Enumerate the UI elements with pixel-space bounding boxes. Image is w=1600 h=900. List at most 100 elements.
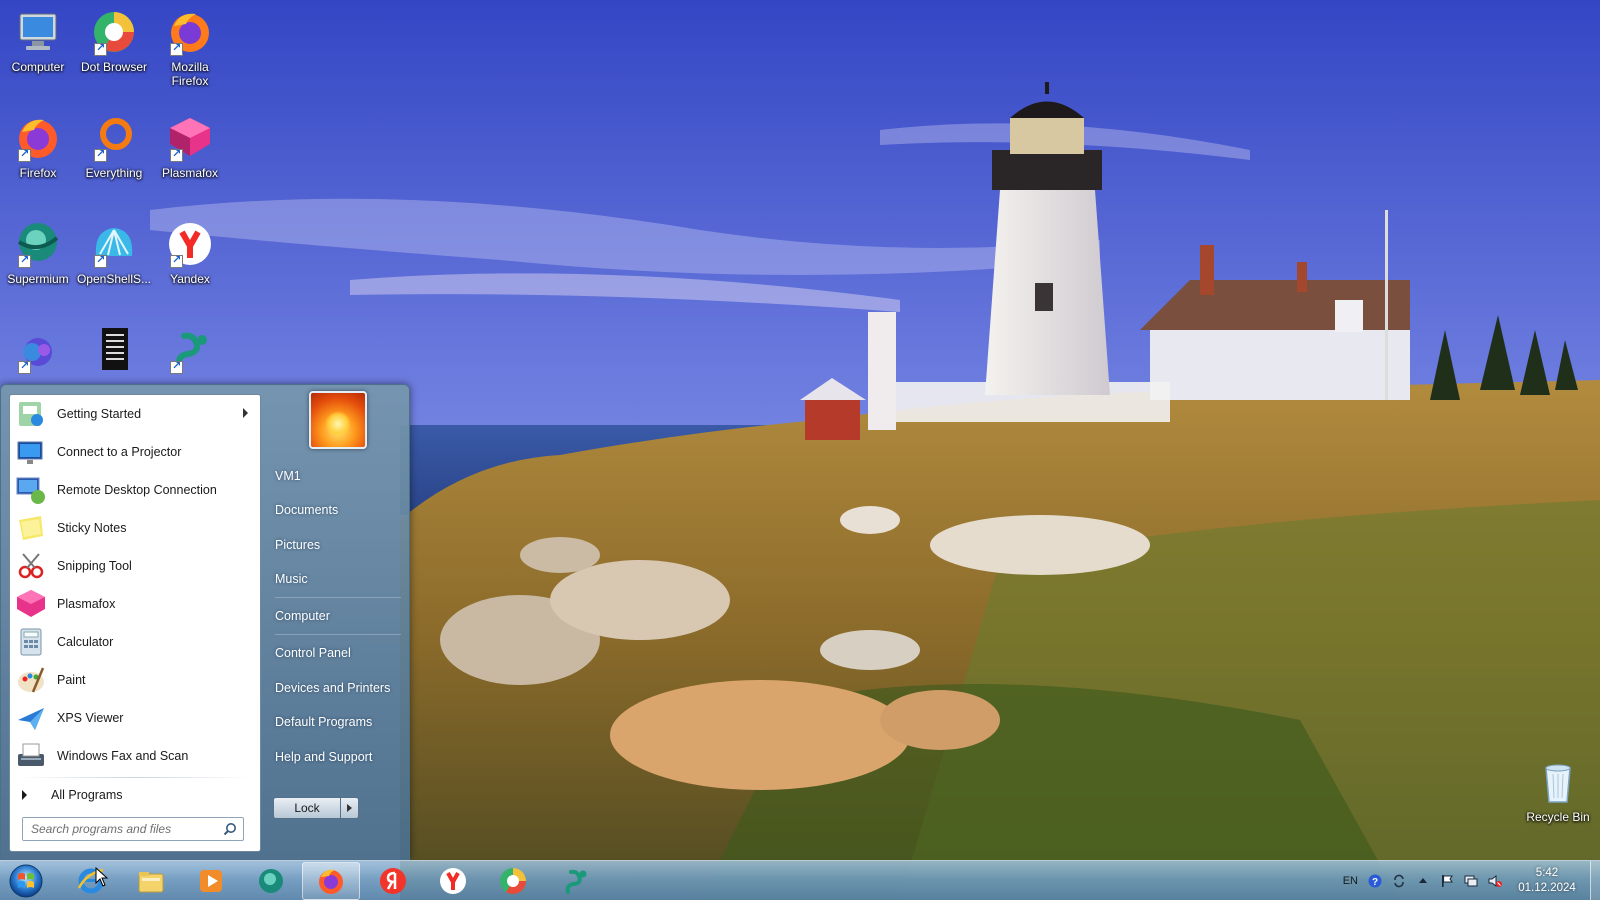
taskbar-dot-browser[interactable] — [484, 862, 542, 900]
program-plasmafox[interactable]: Plasmafox — [10, 585, 260, 623]
link-computer[interactable]: Computer — [275, 605, 330, 627]
desktop-icon-label: Mozilla Firefox — [171, 60, 209, 88]
desktop-icon-computer[interactable]: Computer — [0, 8, 76, 74]
desktop-icon-serpent[interactable] — [152, 326, 228, 378]
desktop-icon-label: Firefox — [19, 166, 57, 180]
shortcut-arrow-icon — [170, 253, 183, 268]
start-menu-places-pane: VM1 Documents Pictures Music Computer Co… — [267, 385, 407, 855]
program-remote-desktop[interactable]: Remote Desktop Connection — [10, 471, 260, 509]
desktop-icon-label: Supermium — [7, 272, 69, 286]
svg-text:?: ? — [1372, 877, 1378, 888]
show-desktop-button[interactable] — [1590, 861, 1600, 900]
plasmafox-icon — [15, 588, 47, 620]
recycle-bin-icon — [1534, 758, 1582, 806]
chevron-up-icon[interactable] — [1416, 874, 1430, 888]
taskbar-firefox[interactable] — [302, 862, 360, 900]
program-label: Windows Fax and Scan — [57, 749, 189, 763]
desktop-icon-label: Yandex — [170, 272, 210, 286]
action-center-flag-icon[interactable] — [1440, 874, 1454, 888]
link-pictures[interactable]: Pictures — [275, 534, 320, 556]
program-label: Calculator — [57, 635, 114, 649]
taskbar-yandex[interactable] — [424, 862, 482, 900]
taskbar-internet-explorer[interactable] — [62, 862, 120, 900]
desktop-icon-firefox[interactable]: Firefox — [0, 114, 76, 180]
search-icon[interactable] — [223, 822, 237, 836]
xps-viewer-icon — [15, 702, 47, 734]
serpent-icon — [166, 326, 214, 374]
desktop-icon-recycle-bin[interactable]: Recycle Bin — [1520, 758, 1596, 824]
desktop-icon-label: Recycle Bin — [1526, 810, 1590, 824]
program-label: XPS Viewer — [57, 711, 124, 725]
shortcut-arrow-icon — [18, 359, 31, 374]
program-label: Getting Started — [57, 407, 142, 421]
shortcut-arrow-icon — [18, 147, 31, 162]
help-icon[interactable]: ? — [1368, 874, 1382, 888]
separator — [275, 634, 401, 635]
lock-options-arrow-icon[interactable] — [341, 797, 359, 819]
program-getting-started[interactable]: Getting Started — [10, 395, 260, 433]
dot-browser-icon — [90, 8, 138, 56]
desktop-icon-label: Computer — [11, 60, 65, 74]
search-input[interactable] — [23, 818, 213, 840]
link-documents[interactable]: Documents — [275, 499, 338, 521]
desktop-icon-edge[interactable] — [0, 326, 76, 378]
desktop-icon-document[interactable] — [76, 326, 152, 378]
desktop-icon-openshell[interactable]: OpenShellS... — [76, 220, 152, 286]
firefox-icon — [319, 869, 343, 894]
program-sticky-notes[interactable]: Sticky Notes — [10, 509, 260, 547]
taskbar-yandex-browser[interactable] — [364, 862, 422, 900]
link-user-folder[interactable]: VM1 — [275, 465, 301, 487]
language-indicator[interactable]: EN — [1343, 875, 1358, 887]
plasmafox-icon — [166, 114, 214, 162]
paint-icon — [15, 664, 47, 696]
program-label: Remote Desktop Connection — [57, 483, 217, 497]
program-calculator[interactable]: Calculator — [10, 623, 260, 661]
yandex-icon — [440, 868, 466, 894]
link-devices-printers[interactable]: Devices and Printers — [275, 677, 390, 699]
desktop-icon-supermium[interactable]: Supermium — [0, 220, 76, 286]
desktop-icon-label: OpenShellS... — [76, 272, 152, 286]
start-menu: Getting Started Connect to a Projector R… — [0, 384, 410, 860]
shortcut-arrow-icon — [94, 147, 107, 162]
shortcut-arrow-icon — [170, 147, 183, 162]
program-fax-scan[interactable]: Windows Fax and Scan — [10, 737, 260, 775]
desktop-icon-plasmafox[interactable]: Plasmafox — [152, 114, 228, 180]
firefox-icon — [14, 114, 62, 162]
shortcut-arrow-icon — [18, 253, 31, 268]
serpent-icon — [565, 869, 587, 894]
calculator-icon — [15, 626, 47, 658]
desktop-icon-yandex[interactable]: Yandex — [152, 220, 228, 286]
everything-icon — [90, 114, 138, 162]
system-clock[interactable]: 5:42 01.12.2024 — [1512, 866, 1582, 896]
all-programs-button[interactable]: All Programs — [10, 780, 260, 810]
link-music[interactable]: Music — [275, 568, 308, 590]
program-paint[interactable]: Paint — [10, 661, 260, 699]
network-icon[interactable] — [1464, 874, 1478, 888]
submenu-arrow-icon[interactable] — [243, 408, 248, 418]
desktop-icon-everything[interactable]: Everything — [76, 114, 152, 180]
yandex-icon — [166, 220, 214, 268]
search-box[interactable] — [22, 817, 244, 841]
taskbar-media-player[interactable] — [182, 862, 240, 900]
clock-time: 5:42 — [1535, 867, 1559, 879]
taskbar-file-explorer[interactable] — [122, 862, 180, 900]
user-avatar[interactable] — [309, 391, 367, 449]
program-snipping-tool[interactable]: Snipping Tool — [10, 547, 260, 585]
shortcut-arrow-icon — [170, 41, 183, 56]
sync-icon[interactable] — [1392, 874, 1406, 888]
taskbar-serpent[interactable] — [546, 862, 604, 900]
snipping-tool-icon — [15, 550, 47, 582]
edge-icon — [14, 326, 62, 374]
desktop-icon-dot-browser[interactable]: Dot Browser — [76, 8, 152, 74]
volume-muted-icon[interactable] — [1488, 874, 1502, 888]
program-label: Snipping Tool — [57, 559, 132, 573]
link-help-support[interactable]: Help and Support — [275, 746, 372, 768]
link-control-panel[interactable]: Control Panel — [275, 642, 351, 664]
start-orb-icon[interactable] — [6, 863, 46, 899]
desktop-icon-mozilla-firefox[interactable]: Mozilla Firefox — [152, 8, 228, 88]
link-default-programs[interactable]: Default Programs — [275, 711, 372, 733]
lock-button[interactable]: Lock — [273, 797, 341, 819]
program-connect-projector[interactable]: Connect to a Projector — [10, 433, 260, 471]
program-xps-viewer[interactable]: XPS Viewer — [10, 699, 260, 737]
taskbar-supermium[interactable] — [242, 862, 300, 900]
